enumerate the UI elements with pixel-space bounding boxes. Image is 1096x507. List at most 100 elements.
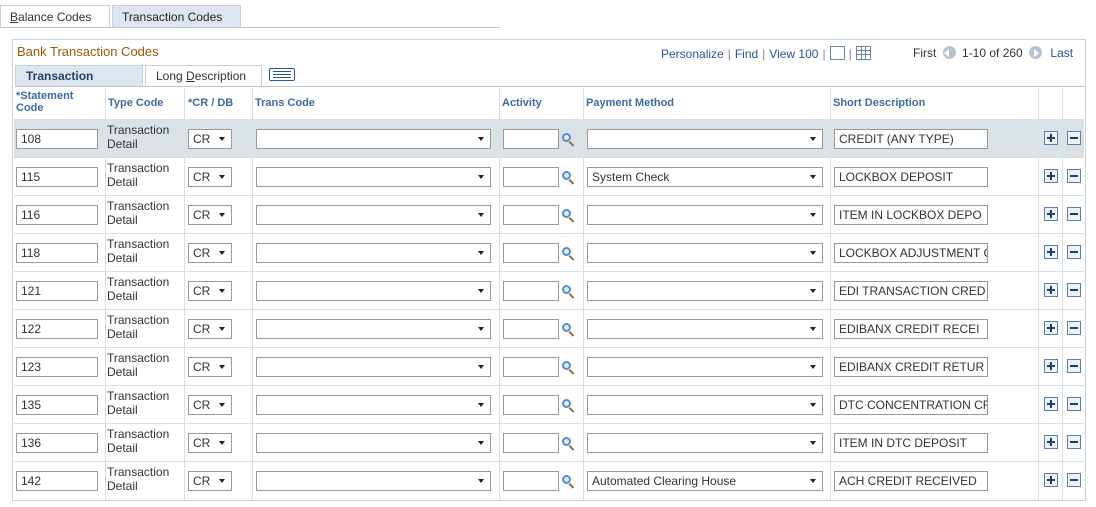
- activity-input[interactable]: [503, 471, 559, 491]
- add-row-icon[interactable]: [1044, 397, 1058, 411]
- short-description-input[interactable]: EDI TRANSACTION CRED: [834, 281, 988, 301]
- delete-row-icon[interactable]: [1067, 359, 1081, 373]
- next-page-icon[interactable]: [1029, 46, 1043, 59]
- trans-code-select[interactable]: [256, 167, 491, 187]
- lookup-icon[interactable]: [562, 133, 571, 142]
- activity-input[interactable]: [503, 205, 559, 225]
- download-grid-icon[interactable]: [855, 46, 871, 60]
- statement-code-input[interactable]: 136: [16, 433, 98, 453]
- trans-code-select[interactable]: [256, 205, 491, 225]
- activity-input[interactable]: [503, 357, 559, 377]
- delete-row-icon[interactable]: [1067, 397, 1081, 411]
- trans-code-select[interactable]: [256, 395, 491, 415]
- cr-db-select[interactable]: CR: [188, 205, 232, 225]
- lookup-icon[interactable]: [562, 399, 571, 408]
- payment-method-select[interactable]: [587, 243, 823, 263]
- lookup-icon[interactable]: [562, 247, 571, 256]
- activity-input[interactable]: [503, 243, 559, 263]
- delete-row-icon[interactable]: [1067, 131, 1081, 145]
- short-description-input[interactable]: ACH CREDIT RECEIVED: [834, 471, 988, 491]
- cr-db-select[interactable]: CR: [188, 167, 232, 187]
- col-short-description[interactable]: Short Description: [833, 97, 925, 109]
- add-row-icon[interactable]: [1044, 473, 1058, 487]
- col-payment-method[interactable]: Payment Method: [586, 97, 674, 109]
- view-100-link[interactable]: View 100: [769, 47, 818, 61]
- activity-input[interactable]: [503, 319, 559, 339]
- lookup-icon[interactable]: [562, 209, 571, 218]
- add-row-icon[interactable]: [1044, 169, 1058, 183]
- delete-row-icon[interactable]: [1067, 169, 1081, 183]
- cr-db-select[interactable]: CR: [188, 281, 232, 301]
- cr-db-select[interactable]: CR: [188, 471, 232, 491]
- find-link[interactable]: Find: [735, 47, 758, 61]
- lookup-icon[interactable]: [562, 475, 571, 484]
- add-row-icon[interactable]: [1044, 359, 1058, 373]
- add-row-icon[interactable]: [1044, 321, 1058, 335]
- cr-db-select[interactable]: CR: [188, 433, 232, 453]
- trans-code-select[interactable]: [256, 243, 491, 263]
- statement-code-input[interactable]: 135: [16, 395, 98, 415]
- col-cr-db[interactable]: *CR / DB: [188, 97, 233, 109]
- activity-input[interactable]: [503, 433, 559, 453]
- payment-method-select[interactable]: [587, 281, 823, 301]
- lookup-icon[interactable]: [562, 437, 571, 446]
- short-description-input[interactable]: ITEM IN DTC DEPOSIT: [834, 433, 988, 453]
- cr-db-select[interactable]: CR: [188, 395, 232, 415]
- lookup-icon[interactable]: [562, 323, 571, 332]
- cr-db-select[interactable]: CR: [188, 319, 232, 339]
- trans-code-select[interactable]: [256, 129, 491, 149]
- trans-code-select[interactable]: [256, 471, 491, 491]
- statement-code-input[interactable]: 122: [16, 319, 98, 339]
- short-description-input[interactable]: LOCKBOX ADJUSTMENT C: [834, 243, 988, 263]
- cr-db-select[interactable]: CR: [188, 129, 232, 149]
- payment-method-select[interactable]: [587, 205, 823, 225]
- lookup-icon[interactable]: [562, 171, 571, 180]
- payment-method-select[interactable]: [587, 433, 823, 453]
- short-description-input[interactable]: DTC CONCENTRATION CR: [834, 395, 988, 415]
- trans-code-select[interactable]: [256, 357, 491, 377]
- col-activity[interactable]: Activity: [502, 97, 542, 109]
- short-description-input[interactable]: EDIBANX CREDIT RETUR: [834, 357, 988, 377]
- personalize-link[interactable]: Personalize: [661, 47, 724, 61]
- add-row-icon[interactable]: [1044, 131, 1058, 145]
- statement-code-input[interactable]: 108: [16, 129, 98, 149]
- cr-db-select[interactable]: CR: [188, 357, 232, 377]
- payment-method-select[interactable]: Automated Clearing House: [587, 471, 823, 491]
- short-description-input[interactable]: LOCKBOX DEPOSIT: [834, 167, 988, 187]
- tab-transaction-codes[interactable]: Transaction Codes: [112, 5, 241, 27]
- statement-code-input[interactable]: 118: [16, 243, 98, 263]
- statement-code-input[interactable]: 121: [16, 281, 98, 301]
- delete-row-icon[interactable]: [1067, 207, 1081, 221]
- trans-code-select[interactable]: [256, 319, 491, 339]
- subtab-transaction-codes[interactable]: Transaction Codes: [15, 65, 143, 103]
- payment-method-select[interactable]: System Check: [587, 167, 823, 187]
- trans-code-select[interactable]: [256, 433, 491, 453]
- delete-row-icon[interactable]: [1067, 321, 1081, 335]
- delete-row-icon[interactable]: [1067, 435, 1081, 449]
- delete-row-icon[interactable]: [1067, 283, 1081, 297]
- activity-input[interactable]: [503, 167, 559, 187]
- payment-method-select[interactable]: [587, 129, 823, 149]
- activity-input[interactable]: [503, 281, 559, 301]
- activity-input[interactable]: [503, 395, 559, 415]
- short-description-input[interactable]: CREDIT (ANY TYPE): [834, 129, 988, 149]
- previous-page-icon[interactable]: [942, 46, 956, 59]
- col-statement-code[interactable]: *Statement Code: [16, 90, 96, 114]
- add-row-icon[interactable]: [1044, 207, 1058, 221]
- add-row-icon[interactable]: [1044, 245, 1058, 259]
- col-trans-code[interactable]: Trans Code: [255, 97, 315, 109]
- delete-row-icon[interactable]: [1067, 245, 1081, 259]
- statement-code-input[interactable]: 115: [16, 167, 98, 187]
- statement-code-input[interactable]: 142: [16, 471, 98, 491]
- short-description-input[interactable]: EDIBANX CREDIT RECEI: [834, 319, 988, 339]
- col-type-code[interactable]: Type Code: [108, 97, 163, 109]
- delete-row-icon[interactable]: [1067, 473, 1081, 487]
- payment-method-select[interactable]: [587, 319, 823, 339]
- show-all-columns-icon[interactable]: [269, 68, 295, 81]
- statement-code-input[interactable]: 123: [16, 357, 98, 377]
- statement-code-input[interactable]: 116: [16, 205, 98, 225]
- payment-method-select[interactable]: [587, 395, 823, 415]
- lookup-icon[interactable]: [562, 285, 571, 294]
- add-row-icon[interactable]: [1044, 283, 1058, 297]
- tab-balance-codes[interactable]: Balance Codes: [0, 5, 110, 27]
